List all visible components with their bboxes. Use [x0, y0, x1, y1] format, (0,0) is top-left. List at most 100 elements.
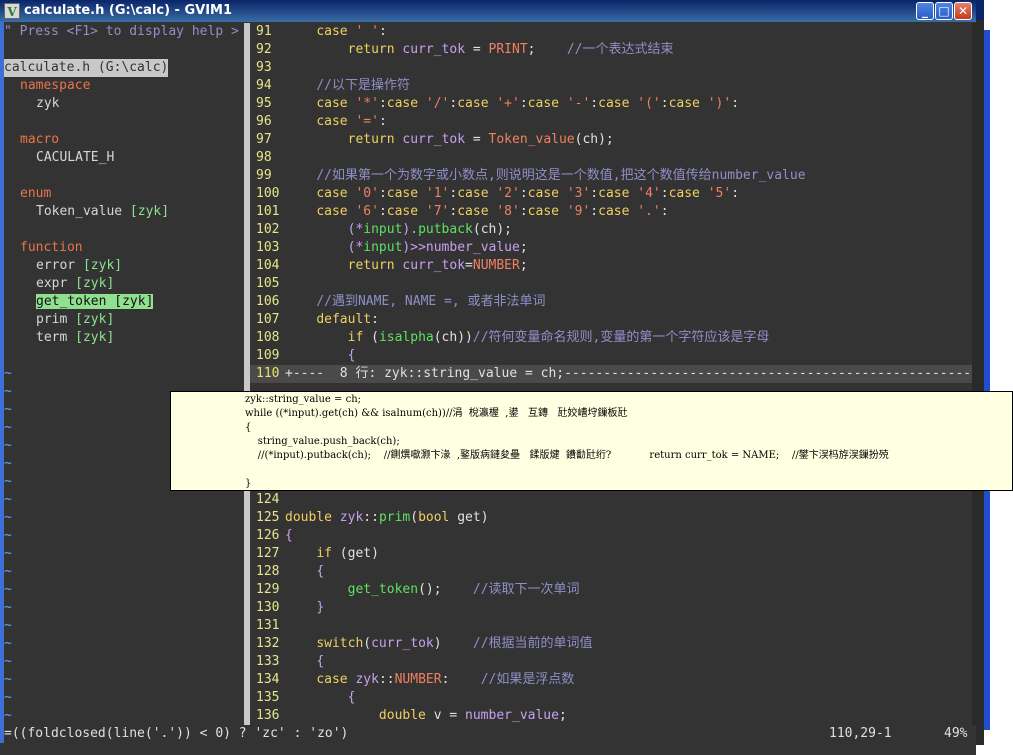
code-token-tx	[285, 708, 379, 723]
code-line[interactable]: 128 {	[250, 563, 972, 581]
code-line[interactable]: 98	[250, 149, 972, 167]
line-number: 91	[256, 24, 272, 39]
close-button[interactable]: ✕	[954, 2, 972, 20]
line-number: 136	[256, 708, 280, 723]
taglist-item[interactable]: error [zyk]	[4, 257, 244, 275]
code-token-str: ')'	[707, 96, 732, 111]
code-line[interactable]: 102 (*input).putback(ch);	[250, 221, 972, 239]
code-line[interactable]: 106 //遇到NAME, NAME =, 或者非法单词	[250, 293, 972, 311]
taglist-help-hint: " Press <F1> to display help >	[4, 24, 239, 39]
code-line[interactable]: 94 //以下是操作符	[250, 77, 972, 95]
code-token-kw: case	[316, 204, 348, 219]
code-line[interactable]: 105	[250, 275, 972, 293]
empty-line-tilde: ~	[4, 564, 12, 579]
code-token-str: '8'	[496, 204, 520, 219]
code-token-cm: //读取下一次单词	[472, 582, 580, 597]
maximize-button[interactable]: □	[935, 2, 953, 20]
line-number: 93	[256, 60, 272, 75]
minimize-button[interactable]: _	[916, 2, 934, 20]
taglist-item[interactable]: prim [zyk]	[4, 311, 244, 329]
code-token-tx: v =	[425, 708, 466, 723]
taglist-pane[interactable]: " Press <F1> to display help > calculate.…	[4, 23, 244, 725]
code-token-tx	[285, 132, 348, 147]
code-line[interactable]: 96 case '=':	[250, 113, 972, 131]
taglist-kind-1[interactable]: macro	[4, 131, 244, 149]
code-line[interactable]: 92 return curr_tok = PRINT; //一个表达式结束	[250, 41, 972, 59]
code-line[interactable]: 100 case '0':case '1':case '2':case '3':…	[250, 185, 972, 203]
code-line[interactable]: 99 //如果第一个为数字或小数点,则说明这是一个数值,把这个数值传给numbe…	[250, 167, 972, 185]
code-line[interactable]: 133 {	[250, 653, 972, 671]
code-line[interactable]: 97 return curr_tok = Token_value(ch);	[250, 131, 972, 149]
code-line[interactable]: 130 }	[250, 599, 972, 617]
code-token-str: '.'	[637, 204, 661, 219]
code-line[interactable]: 129 get_token(); //读取下一次单词	[250, 581, 972, 599]
code-line[interactable]: 134 case zyk::NUMBER: //如果是浮点数	[250, 671, 972, 689]
taglist-file-row[interactable]: calculate.h (G:\calc)	[4, 59, 244, 77]
code-token-kw: case	[668, 186, 700, 201]
code-token-tx: :	[590, 186, 599, 201]
code-token-kw: case	[598, 96, 630, 111]
code-line[interactable]: 91 case ' ':	[250, 23, 972, 41]
code-token-ty: double	[285, 510, 332, 525]
code-line[interactable]: 135 {	[250, 689, 972, 707]
code-line[interactable]: 124	[250, 491, 972, 509]
code-line[interactable]: 93	[250, 59, 972, 77]
code-token-kw: case	[527, 186, 559, 201]
code-line[interactable]: 125 double zyk::prim(bool get)	[250, 509, 972, 527]
code-line[interactable]: 103 (*input)>>number_value;	[250, 239, 972, 257]
taglist-item-name: error	[36, 258, 76, 273]
empty-line-tilde: ~	[4, 492, 12, 507]
taglist-item[interactable]: get_token [zyk]	[4, 293, 244, 311]
taglist-item-name: CACULATE_H	[36, 150, 115, 165]
empty-line-tilde: ~	[4, 528, 12, 543]
code-line[interactable]: 132 switch(curr_tok) //根据当前的单词值	[250, 635, 972, 653]
code-token-tx	[418, 204, 426, 219]
line-number: 130	[256, 600, 280, 615]
line-number: 127	[256, 546, 280, 561]
code-token-ty: bool	[418, 510, 450, 525]
code-token-kw: return	[347, 42, 395, 57]
code-token-id: {	[347, 348, 356, 363]
code-token-id: {	[316, 564, 325, 579]
taglist-item[interactable]: Token_value [zyk]	[4, 203, 244, 221]
code-token-fn: isalpha	[378, 330, 434, 345]
code-token-kw: default	[316, 312, 372, 327]
taglist-kind-2[interactable]: enum	[4, 185, 244, 203]
code-line[interactable]: 136 double v = number_value;	[250, 707, 972, 725]
code-token-str: PRINT	[488, 42, 528, 57]
code-line[interactable]: 131	[250, 617, 972, 635]
code-line[interactable]: 104 return curr_tok=NUMBER;	[250, 257, 972, 275]
taglist-item[interactable]: CACULATE_H	[4, 149, 244, 167]
code-token-tx: :	[378, 114, 387, 129]
gvim-app-icon[interactable]: V	[4, 3, 20, 19]
command-line[interactable]: =((foldclosed(line('.')) < 0) ? 'zc' : '…	[4, 725, 976, 743]
code-line[interactable]: 95 case '*':case '/':case '+':case '-':c…	[250, 95, 972, 113]
code-token-id: (*	[347, 240, 364, 255]
code-pane[interactable]: 91 case ' ': 92 return curr_tok = PRINT; …	[250, 23, 972, 725]
code-token-tx	[285, 240, 348, 255]
code-line[interactable]: 126 {	[250, 527, 972, 545]
taglist-item-text: CACULATE_H	[36, 150, 114, 165]
code-line[interactable]: 101 case '6':case '7':case '8':case '9':…	[250, 203, 972, 221]
taglist-item[interactable]: zyk	[4, 95, 244, 113]
code-token-kw: case	[598, 204, 630, 219]
fold-line[interactable]: 110 +---- 8 行: zyk::string_value = ch;---…	[250, 365, 972, 383]
line-number: 108	[256, 330, 280, 345]
taglist-kind-3[interactable]: function	[4, 239, 244, 257]
code-line[interactable]: 109 {	[250, 347, 972, 365]
code-token-str: '6'	[355, 204, 379, 219]
taglist-kind-0[interactable]: namespace	[4, 77, 244, 95]
taglist-item[interactable]: expr [zyk]	[4, 275, 244, 293]
code-line[interactable]: 107 default:	[250, 311, 972, 329]
line-number: 107	[256, 312, 280, 327]
taglist-item[interactable]: term [zyk]	[4, 329, 244, 347]
code-line[interactable]: 127 if (get)	[250, 545, 972, 563]
window-title-bar[interactable]: V calculate.h (G:\calc) - GVIM1 _ □ ✕	[0, 0, 976, 22]
code-token-kw: if	[347, 330, 364, 345]
code-token-id: {	[285, 528, 293, 543]
code-line[interactable]: 108 if (isalpha(ch))//符何变量命名规则,变量的第一个字符应…	[250, 329, 972, 347]
code-token-tx: :	[378, 186, 387, 201]
